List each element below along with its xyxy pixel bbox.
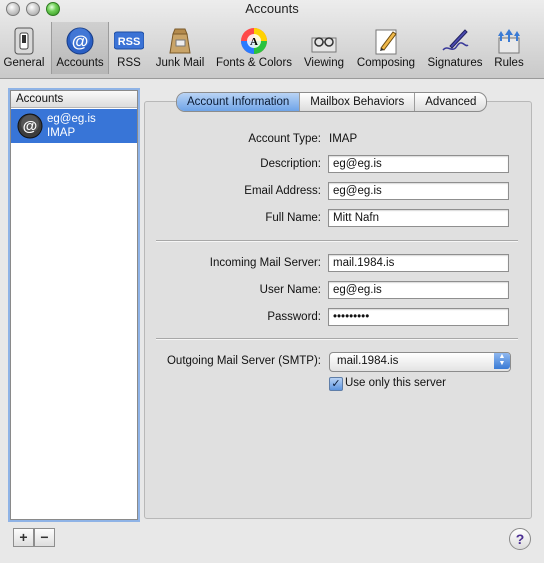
signature-pen-icon	[442, 29, 469, 51]
tab-mailbox-behaviors[interactable]: Mailbox Behaviors	[300, 93, 416, 111]
tab-account-information[interactable]: Account Information	[177, 93, 301, 111]
description-label: Description:	[260, 158, 321, 170]
account-row[interactable]: @ eg@eg.is IMAP	[11, 109, 137, 143]
toolbar-label-rules: Rules	[494, 57, 524, 69]
account-type-label: Account Type:	[248, 133, 321, 145]
composing-pencil-icon	[375, 29, 397, 55]
toolbar-rss[interactable]: RSS RSS	[110, 22, 148, 74]
imap-account-icon: @	[17, 113, 43, 139]
toolbar-general[interactable]: General	[2, 22, 46, 74]
window-title: Accounts	[245, 1, 299, 16]
toolbar-accounts[interactable]: @ Accounts	[51, 22, 109, 74]
description-field[interactable]	[328, 155, 509, 173]
toolbar-label-composing: Composing	[356, 57, 416, 69]
help-button[interactable]: ?	[509, 528, 531, 550]
remove-account-button[interactable]: −	[34, 528, 55, 547]
svg-text:@: @	[72, 32, 89, 51]
password-field[interactable]	[328, 308, 509, 326]
toolbar-label-fonts-colors: Fonts & Colors	[215, 57, 293, 69]
section-divider	[156, 240, 518, 242]
use-only-this-server-checkbox[interactable]: ✓	[329, 377, 343, 391]
user-name-field[interactable]	[328, 281, 509, 299]
rss-badge-text: RSS	[118, 36, 141, 48]
fonts-colors-icon: A	[241, 28, 267, 54]
preferences-toolbar: General @ Accounts RSS RSS Junk Mail A F…	[0, 22, 544, 76]
full-name-field[interactable]	[328, 209, 509, 227]
account-type-value: IMAP	[329, 133, 358, 145]
toolbar-junk-mail[interactable]: Junk Mail	[152, 22, 208, 74]
toolbar-label-signatures: Signatures	[427, 57, 483, 69]
general-switch-icon	[14, 27, 34, 55]
email-address-label: Email Address:	[244, 185, 321, 197]
full-name-label: Full Name:	[265, 212, 321, 224]
password-label: Password:	[267, 311, 321, 323]
account-name: eg@eg.is	[47, 113, 96, 125]
at-sign-icon: @	[66, 27, 94, 55]
window-titlebar: Accounts General @ Accounts RSS RSS Junk…	[0, 0, 544, 79]
smtp-server-label: Outgoing Mail Server (SMTP):	[166, 355, 321, 367]
add-account-button[interactable]: +	[13, 528, 34, 547]
account-type: IMAP	[47, 127, 76, 139]
incoming-mail-server-field[interactable]	[328, 254, 509, 272]
toolbar-composing[interactable]: Composing	[352, 22, 420, 74]
accounts-list[interactable]: Accounts @ eg@eg.is IMAP	[10, 90, 138, 520]
user-name-label: User Name:	[259, 284, 321, 296]
accounts-list-header: Accounts	[11, 91, 137, 108]
incoming-mail-server-label: Incoming Mail Server:	[209, 257, 321, 269]
rules-arrows-icon	[498, 29, 520, 54]
toolbar-signatures[interactable]: Signatures	[424, 22, 486, 74]
tab-advanced[interactable]: Advanced	[415, 93, 486, 111]
toolbar-label-viewing: Viewing	[303, 57, 345, 69]
toolbar-viewing[interactable]: Viewing	[300, 22, 348, 74]
select-arrows-icon: ▲ ▼	[494, 353, 510, 369]
smtp-server-value: mail.1984.is	[337, 355, 399, 367]
use-only-this-server-label: Use only this server	[345, 377, 446, 389]
toolbar-label-rss: RSS	[117, 57, 141, 69]
svg-text:@: @	[23, 118, 38, 135]
toolbar-label-accounts: Accounts	[56, 57, 104, 69]
junk-mail-bag-icon	[169, 28, 191, 54]
email-address-field[interactable]	[328, 182, 509, 200]
section-divider	[156, 338, 518, 340]
toolbar-label-junk-mail: Junk Mail	[155, 57, 205, 69]
smtp-server-select[interactable]: mail.1984.is ▲ ▼	[329, 352, 511, 372]
svg-text:A: A	[250, 36, 258, 48]
rss-icon: RSS	[114, 31, 144, 50]
toolbar-fonts-colors[interactable]: A Fonts & Colors	[212, 22, 296, 74]
viewing-glasses-icon	[311, 37, 337, 53]
toolbar-rules[interactable]: Rules	[490, 22, 528, 74]
account-tabs: Account Information Mailbox Behaviors Ad…	[176, 92, 488, 112]
toolbar-label-general: General	[3, 57, 45, 69]
